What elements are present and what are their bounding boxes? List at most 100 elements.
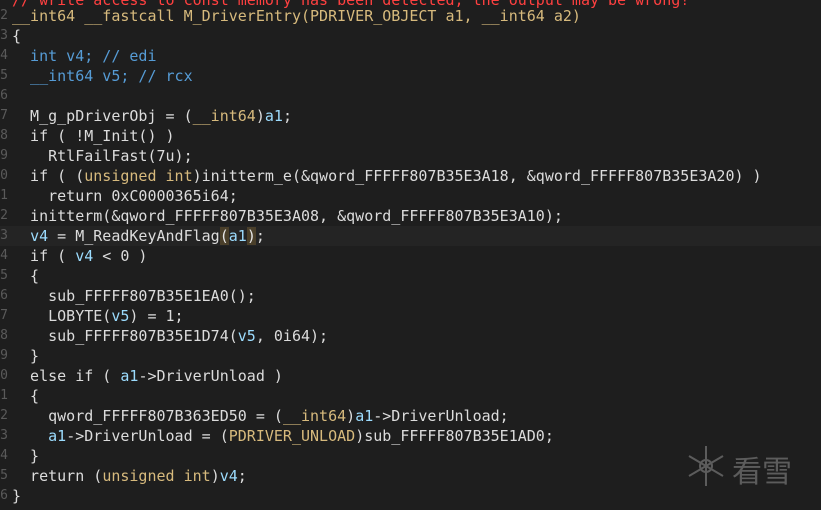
code-token[interactable]: ->DriverUnload; [373, 407, 508, 425]
code-token[interactable]: } [12, 347, 39, 365]
code-token[interactable]: return ( [12, 467, 102, 485]
code-token[interactable]: sub_FFFFF807B35E1D74( [12, 327, 238, 345]
code-token[interactable]: if ( [12, 247, 75, 265]
code-token[interactable] [12, 227, 30, 245]
code-token[interactable]: ( [219, 227, 229, 245]
code-text: sub_FFFFF807B35E1EA0(); [12, 286, 256, 306]
code-token[interactable]: v4 [75, 247, 93, 265]
line-number: 7 [0, 108, 8, 123]
code-token[interactable]: ; [238, 467, 247, 485]
code-text: if ( !M_Init() ) [12, 126, 175, 146]
code-token[interactable]: initterm(&qword_FFFFF807B35E3A08, &qword… [12, 207, 563, 225]
line-number: 3 [0, 428, 8, 443]
code-token[interactable]: RtlFailFast(7u); [12, 147, 193, 165]
code-token[interactable]: unsigned int [84, 167, 192, 185]
code-token[interactable]: } [12, 487, 21, 505]
code-text: RtlFailFast(7u); [12, 146, 193, 166]
code-token[interactable]: ) [346, 407, 355, 425]
line-number: 8 [0, 128, 8, 143]
code-text: else if ( a1->DriverUnload ) [12, 366, 283, 386]
code-token[interactable]: ->DriverUnload = ( [66, 427, 229, 445]
code-text: { [12, 386, 39, 406]
code-token[interactable]: return 0xC0000365i64; [12, 187, 238, 205]
code-token[interactable]: __int64 __fastcall M_DriverEntry(PDRIVER… [12, 7, 581, 25]
code-token[interactable]: )initterm_e(&qword_FFFFF807B35E3A18, &qw… [193, 167, 762, 185]
line-number: 9 [0, 348, 8, 363]
code-token[interactable] [12, 427, 48, 445]
code-text: } [12, 446, 39, 466]
code-token[interactable]: ) [246, 227, 256, 245]
watermark-text: 看雪 [732, 455, 792, 490]
code-token[interactable]: unsigned int [102, 467, 210, 485]
code-token[interactable]: a1 [120, 367, 138, 385]
code-text: if ( v4 < 0 ) [12, 246, 147, 266]
code-token[interactable]: ) [211, 467, 220, 485]
line-number: 2 [0, 408, 8, 423]
code-text: __int64 v5; // rcx [12, 66, 193, 86]
code-token[interactable]: qword_FFFFF807B363ED50 = ( [12, 407, 283, 425]
code-text: } [12, 486, 21, 506]
code-token[interactable]: __int64 [193, 107, 256, 125]
code-token[interactable]: if ( !M_Init() ) [12, 127, 175, 145]
code-token[interactable]: a1 [265, 107, 283, 125]
code-token[interactable]: } [12, 447, 39, 465]
line-number: 5 [0, 68, 8, 83]
line-number: 6 [0, 488, 8, 503]
code-text: return 0xC0000365i64; [12, 186, 238, 206]
code-token[interactable]: sub_FFFFF807B35E1EA0(); [12, 287, 256, 305]
code-text: a1->DriverUnload = (PDRIVER_UNLOAD)sub_F… [12, 426, 554, 446]
code-line[interactable]: 3 v4 = M_ReadKeyAndFlag(a1); [0, 226, 821, 246]
code-token[interactable]: < 0 ) [93, 247, 147, 265]
code-token[interactable]: )sub_FFFFF807B35E1AD0; [355, 427, 554, 445]
code-token[interactable]: a1 [229, 227, 247, 245]
code-text: __int64 __fastcall M_DriverEntry(PDRIVER… [12, 6, 581, 26]
code-token[interactable]: v4 [220, 467, 238, 485]
kanxue-watermark: 看雪 [686, 441, 806, 491]
line-number: 6 [0, 288, 8, 303]
code-token[interactable]: ; [283, 107, 292, 125]
line-number: 3 [0, 28, 8, 43]
code-token[interactable]: int v4; // edi [12, 47, 156, 65]
pseudocode-editor[interactable]: // write access to const memory has been… [0, 0, 821, 510]
code-token[interactable]: __int64 v5; // rcx [12, 67, 193, 85]
code-token[interactable]: v5 [111, 307, 129, 325]
code-token[interactable]: , 0i64); [256, 327, 328, 345]
code-token[interactable]: if ( ( [12, 167, 84, 185]
code-token[interactable]: { [12, 267, 39, 285]
code-text: { [12, 266, 39, 286]
line-number: 1 [0, 388, 8, 403]
code-token[interactable]: PDRIVER_UNLOAD [229, 427, 355, 445]
code-token[interactable]: a1 [355, 407, 373, 425]
line-number: 7 [0, 308, 8, 323]
line-number: 2 [0, 8, 8, 23]
line-number: 5 [0, 268, 8, 283]
code-token[interactable]: ) = 1; [129, 307, 183, 325]
line-number: 0 [0, 368, 8, 383]
code-token[interactable]: M_g_pDriverObj = ( [12, 107, 193, 125]
code-token[interactable]: __int64 [283, 407, 346, 425]
code-token[interactable]: { [12, 387, 39, 405]
line-number: 5 [0, 468, 8, 483]
line-number: 1 [0, 188, 8, 203]
code-token[interactable]: a1 [48, 427, 66, 445]
code-token[interactable]: else if ( [12, 367, 120, 385]
code-text: } [12, 346, 39, 366]
line-number: 3 [0, 228, 8, 243]
code-text: { [12, 26, 21, 46]
line-number: 0 [0, 168, 8, 183]
code-text: if ( (unsigned int)initterm_e(&qword_FFF… [12, 166, 762, 186]
code-token[interactable]: { [12, 27, 21, 45]
line-number: 4 [0, 248, 8, 263]
code-token[interactable]: v4 [30, 227, 48, 245]
code-token[interactable]: ; [256, 227, 265, 245]
code-token[interactable]: LOBYTE( [12, 307, 111, 325]
code-token[interactable]: ) [256, 107, 265, 125]
code-text: M_g_pDriverObj = (__int64)a1; [12, 106, 292, 126]
code-token[interactable]: v5 [238, 327, 256, 345]
line-number: 4 [0, 48, 8, 63]
line-number: 2 [0, 208, 8, 223]
code-token[interactable]: ->DriverUnload ) [138, 367, 283, 385]
code-token[interactable]: = M_ReadKeyAndFlag [48, 227, 220, 245]
code-text: sub_FFFFF807B35E1D74(v5, 0i64); [12, 326, 328, 346]
code-text: LOBYTE(v5) = 1; [12, 306, 183, 326]
